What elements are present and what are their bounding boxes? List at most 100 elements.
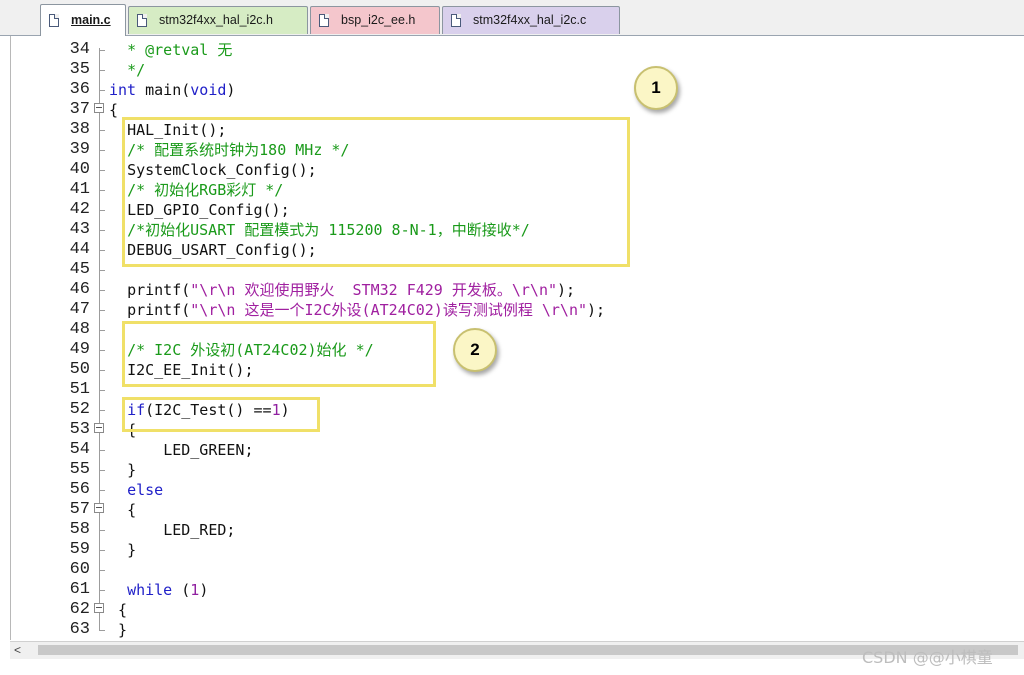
callout-1: 1 [634,66,678,110]
line-number: 62 [69,600,90,619]
code-token: "\r\n 这是一个I2C外设(AT24C02)读写测试例程 \r\n" [190,301,588,319]
fold-tick [99,90,105,91]
fold-tick [99,350,105,351]
code-line[interactable]: 60 [0,560,1024,580]
code-token: { [118,601,128,619]
code-line[interactable]: 42 LED_GPIO_Config(); [0,200,1024,220]
code-token: LED_RED; [163,521,236,539]
fold-tick [99,70,105,71]
fold-collapse-icon[interactable] [94,503,104,513]
line-code: DEBUG_USART_Config(); [109,240,317,260]
fold-collapse-icon[interactable] [94,603,104,613]
line-number: 51 [69,380,90,399]
code-line[interactable]: 38 HAL_Init(); [0,120,1024,140]
code-line[interactable]: 48 [0,320,1024,340]
fold-tick [99,50,105,51]
code-line[interactable]: 47 printf("\r\n 这是一个I2C外设(AT24C02)读写测试例程… [0,300,1024,320]
line-number: 45 [69,260,90,279]
code-line[interactable]: 36 int main(void) [0,80,1024,100]
code-token: ( [172,581,191,599]
code-line[interactable]: 55 } [0,460,1024,480]
code-token: * @retval 无 [127,41,233,59]
code-line[interactable]: 56 else [0,480,1024,500]
line-number: 39 [69,140,90,159]
code-line[interactable]: 52 if(I2C_Test() ==1) [0,400,1024,420]
code-line[interactable]: 63 } [0,620,1024,640]
fold-tick [99,590,105,591]
code-line[interactable]: 40 SystemClock_Config(); [0,160,1024,180]
code-line[interactable]: 49 /* I2C 外设初(AT24C02)始化 */ [0,340,1024,360]
line-code: { [109,600,127,620]
line-code: /* I2C 外设初(AT24C02)始化 */ [109,340,374,360]
code-line[interactable]: 59 } [0,540,1024,560]
editor-tab-bar: main.c stm32f4xx_hal_i2c.h bsp_i2c_ee.h … [0,0,1024,36]
code-line[interactable]: 44 DEBUG_USART_Config(); [0,240,1024,260]
code-line[interactable]: 57 { [0,500,1024,520]
code-line[interactable]: 35 */ [0,60,1024,80]
code-line[interactable]: 39 /* 配置系统时钟为180 MHz */ [0,140,1024,160]
line-code: LED_GREEN; [109,440,254,460]
code-token: (I2C_Test() == [145,401,272,419]
line-number: 60 [69,560,90,579]
scroll-left-arrow-icon[interactable]: < [14,642,21,658]
fold-tick [99,450,105,451]
tab-bsp-i2c-ee-h[interactable]: bsp_i2c_ee.h [310,6,440,34]
line-number: 57 [69,500,90,519]
line-code: */ [109,60,145,80]
code-line[interactable]: 54 LED_GREEN; [0,440,1024,460]
code-line[interactable]: 61 while (1) [0,580,1024,600]
code-token: ) [226,81,236,99]
code-token: { [109,101,119,119]
fold-collapse-icon[interactable] [94,423,104,433]
code-token: 1 [271,401,281,419]
code-token: LED_GREEN; [163,441,254,459]
code-line[interactable]: 41 /* 初始化RGB彩灯 */ [0,180,1024,200]
line-code: /* 初始化RGB彩灯 */ [109,180,283,200]
code-line[interactable]: 62 { [0,600,1024,620]
code-line[interactable]: 37 { [0,100,1024,120]
fold-collapse-icon[interactable] [94,103,104,113]
line-number: 34 [69,40,90,59]
tab-main-c[interactable]: main.c [40,4,126,36]
code-line[interactable]: 45 [0,260,1024,280]
line-code: SystemClock_Config(); [109,160,317,180]
line-code: } [109,540,136,560]
code-line[interactable]: 43 /*初始化USART 配置模式为 115200 8-N-1，中断接收*/ [0,220,1024,240]
line-number: 35 [69,60,90,79]
code-line[interactable]: 53 { [0,420,1024,440]
fold-tick [99,130,105,131]
code-line[interactable]: 34 * @retval 无 [0,40,1024,60]
tab-stm32f4xx-hal-i2c-h[interactable]: stm32f4xx_hal_i2c.h [128,6,308,34]
code-line[interactable]: 51 [0,380,1024,400]
code-token: /*初始化USART 配置模式为 115200 8-N-1，中断接收*/ [127,221,530,239]
code-token: { [127,501,137,519]
code-token: DEBUG_USART_Config(); [127,241,317,259]
code-token: /* I2C 外设初(AT24C02)始化 */ [127,341,374,359]
code-token: */ [127,61,146,79]
line-number: 38 [69,120,90,139]
fold-tick [99,630,105,631]
line-number: 61 [69,580,90,599]
code-token: 1 [190,581,200,599]
code-token: ) [199,581,209,599]
code-line[interactable]: 46 printf("\r\n 欢迎使用野火 STM32 F429 开发板。\r… [0,280,1024,300]
line-code: printf("\r\n 欢迎使用野火 STM32 F429 开发板。\r\n"… [109,280,575,300]
line-number: 54 [69,440,90,459]
line-number: 55 [69,460,90,479]
code-token: int [109,81,137,99]
fold-tick [99,470,105,471]
tab-stm32f4xx-hal-i2c-c[interactable]: stm32f4xx_hal_i2c.c [442,6,620,34]
code-line[interactable]: 50 I2C_EE_Init(); [0,360,1024,380]
code-line[interactable]: 58 LED_RED; [0,520,1024,540]
line-code: else [109,480,163,500]
line-code: LED_RED; [109,520,235,540]
line-code: int main(void) [109,80,235,100]
